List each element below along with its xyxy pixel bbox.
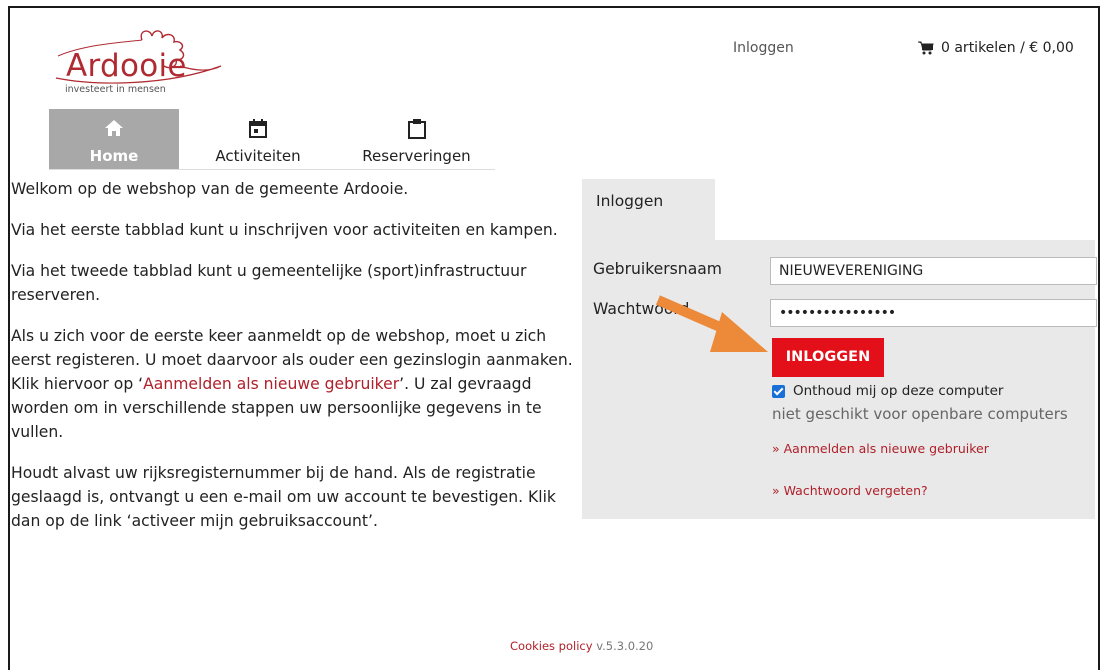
footer: Cookies policy v.5.3.0.20 <box>510 639 653 653</box>
logo-tagline: investeert in mensen <box>65 84 166 95</box>
register-link[interactable]: » Aanmelden als nieuwe gebruiker <box>772 441 989 456</box>
register-inline-link[interactable]: Aanmelden als nieuwe gebruiker <box>143 375 399 393</box>
nav-label-activiteiten: Activiteiten <box>215 147 301 165</box>
password-field[interactable] <box>770 299 1097 327</box>
home-icon <box>105 120 123 136</box>
intro-paragraph: Via het eerste tabblad kunt u inschrijve… <box>11 221 558 239</box>
cart-link[interactable]: 0 artikelen / € 0,00 <box>918 40 1074 56</box>
remember-checkbox[interactable] <box>772 384 785 398</box>
remember-label: Onthoud mij op deze computer <box>793 383 1004 399</box>
clipboard-icon <box>407 119 426 139</box>
forgot-password-link[interactable]: » Wachtwoord vergeten? <box>772 483 928 498</box>
username-field[interactable] <box>770 257 1097 285</box>
tab-inloggen[interactable]: Inloggen <box>582 179 715 240</box>
nav-label-reserveringen: Reserveringen <box>362 147 471 165</box>
ardooie-logo[interactable]: Ardooie investeert in mensen <box>46 26 226 95</box>
header-login-link[interactable]: Inloggen <box>733 40 794 56</box>
calendar-icon <box>249 119 267 138</box>
cookies-policy-link[interactable]: Cookies policy <box>510 639 593 653</box>
login-button[interactable]: INLOGGEN <box>772 338 884 377</box>
nav-label-home: Home <box>89 147 139 165</box>
intro-text: Welkom op de webshop van de gemeente Ard… <box>11 177 581 550</box>
remember-me[interactable]: Onthoud mij op deze computer <box>772 383 1003 399</box>
username-label: Gebruikersnaam <box>593 260 722 278</box>
cart-icon <box>918 41 934 55</box>
nav-item-reserveringen[interactable]: Reserveringen <box>349 109 484 169</box>
intro-paragraph: Als u zich voor de eerste keer aanmeldt … <box>11 324 581 444</box>
nav-item-activiteiten[interactable]: Activiteiten <box>198 109 318 169</box>
logo-wordmark: Ardooie <box>66 48 187 84</box>
nav-item-home[interactable]: Home <box>49 109 179 169</box>
version-text: v.5.3.0.20 <box>592 639 654 653</box>
intro-paragraph: Welkom op de webshop van de gemeente Ard… <box>11 180 409 198</box>
intro-paragraph: Via het tweede tabblad kunt u gemeenteli… <box>11 262 527 304</box>
intro-paragraph: Houdt alvast uw rijksregisternummer bij … <box>11 464 556 530</box>
public-computer-warning: niet geschikt voor openbare computers <box>772 405 1068 423</box>
login-form: Gebruikersnaam Wachtwoord INLOGGEN Ontho… <box>582 240 1097 519</box>
main-nav: Home Activiteiten Reserveringen <box>49 109 495 170</box>
cart-summary: 0 artikelen / € 0,00 <box>941 40 1074 56</box>
annotation-arrow-icon <box>656 295 768 352</box>
